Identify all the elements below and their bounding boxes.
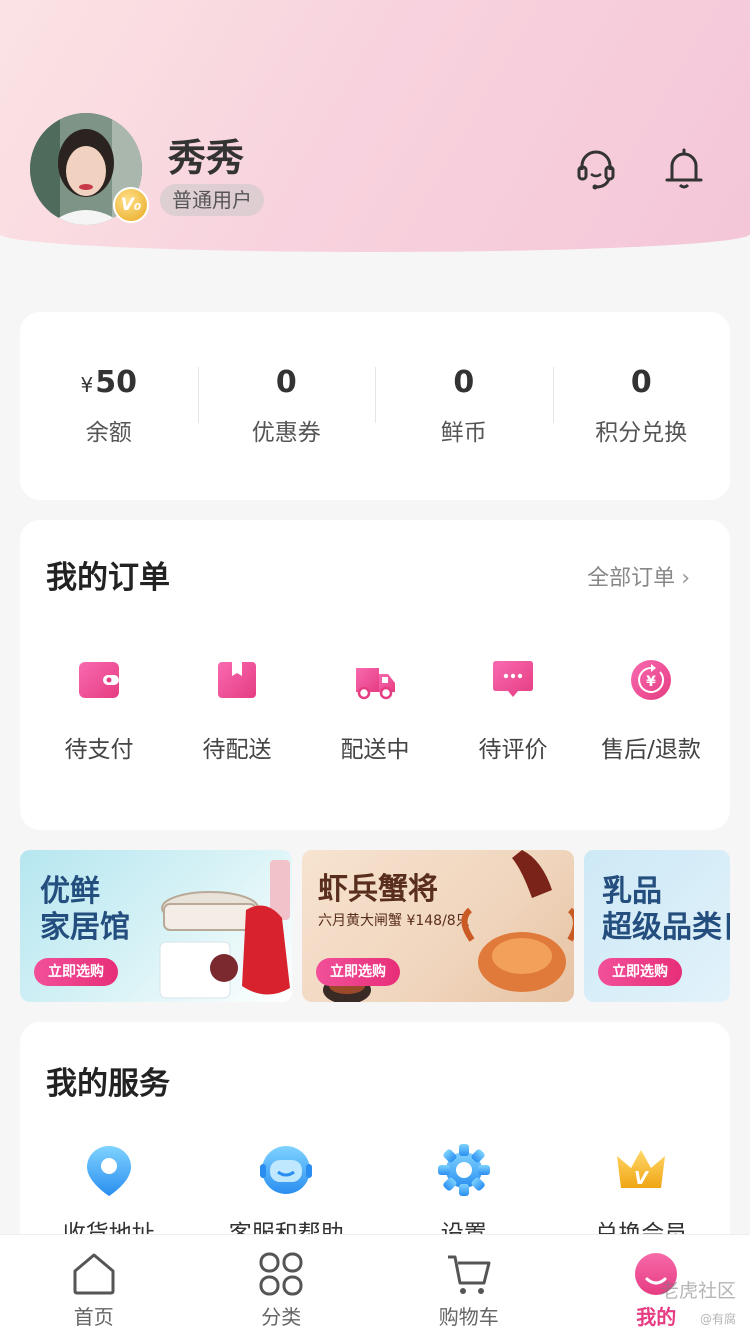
stat-coins[interactable]: 0 鲜币 <box>375 365 553 447</box>
promo-banner-carousel[interactable]: 优鲜 家居馆 立即选购 虾兵蟹将 六月黄大闸蟹 ¥148/8只 立即选购 乳品 超级… <box>20 850 730 1002</box>
promo-banner-seafood[interactable]: 虾兵蟹将 六月黄大闸蟹 ¥148/8只 立即选购 <box>302 850 574 1002</box>
tab-category[interactable]: 分类 <box>188 1235 376 1334</box>
svg-text:V: V <box>634 1168 650 1189</box>
tab-label: 首页 <box>73 1305 114 1329</box>
tab-home[interactable]: 首页 <box>0 1235 188 1334</box>
order-pending-delivery[interactable]: 待配送 <box>172 658 302 764</box>
svg-text:¥: ¥ <box>646 674 656 690</box>
grid-icon <box>259 1252 303 1296</box>
services-title: 我的服务 <box>46 1066 170 1102</box>
user-level-badge: 普通用户 <box>160 184 264 216</box>
account-stats-card: ¥50 余额 0 优惠券 0 鲜币 0 积分兑换 <box>20 312 730 500</box>
tab-label: 分类 <box>261 1305 302 1329</box>
banner-subtitle: 六月黄大闸蟹 ¥148/8只 <box>318 913 470 929</box>
user-name: 秀秀 <box>168 136 245 180</box>
banner-shop-now-button[interactable]: 立即选购 <box>316 958 400 986</box>
order-item-label: 待评价 <box>478 737 548 763</box>
order-pending-payment[interactable]: 待支付 <box>34 658 164 764</box>
order-item-label: 待支付 <box>64 737 134 763</box>
tab-label: 购物车 <box>438 1305 499 1329</box>
service-settings[interactable]: 设置 <box>384 1142 544 1248</box>
service-membership[interactable]: V 兑换会员 <box>561 1142 721 1248</box>
stat-value: 0 <box>453 365 475 400</box>
banner-title: 优鲜 家居馆 <box>40 874 130 945</box>
banner-title: 乳品超级品类日 <box>602 874 730 945</box>
all-orders-label: 全部订单 <box>587 566 676 591</box>
chevron-right-icon: › <box>681 566 690 591</box>
service-help[interactable]: 客服和帮助 <box>206 1142 366 1248</box>
all-orders-link[interactable]: 全部订单 › <box>587 560 690 592</box>
order-item-label: 配送中 <box>340 737 410 763</box>
stat-label: 积分兑换 <box>595 420 688 446</box>
vip-level-badge: V₀ <box>113 187 149 223</box>
home-products-illustration <box>159 860 290 999</box>
stat-value: 50 <box>95 365 137 400</box>
stat-value: 0 <box>275 365 297 400</box>
orders-title: 我的订单 <box>46 560 170 596</box>
crown-icon: V <box>617 1150 666 1189</box>
order-after-sales[interactable]: ¥ 售后/退款 <box>586 658 716 764</box>
promo-banner-home[interactable]: 优鲜 家居馆 立即选购 <box>20 850 292 1002</box>
bell-icon[interactable] <box>660 144 708 192</box>
stat-points[interactable]: 0 积分兑换 <box>552 365 731 447</box>
currency-symbol: ¥ <box>80 373 94 397</box>
promo-banner-dairy[interactable]: 乳品超级品类日 立即选购 <box>584 850 730 1002</box>
stat-coupons[interactable]: 0 优惠券 <box>197 365 376 447</box>
banner-title: 虾兵蟹将 <box>318 872 438 907</box>
watermark: 老虎社区 <box>659 1280 736 1302</box>
location-pin-icon <box>86 1146 131 1196</box>
wallet-icon <box>79 662 119 698</box>
bottom-tab-bar: 首页 分类 购物车 我的 <box>0 1234 750 1334</box>
crab-illustration <box>461 850 574 992</box>
stat-label: 优惠券 <box>251 420 321 446</box>
banner-shop-now-button[interactable]: 立即选购 <box>598 958 682 986</box>
banner-shop-now-button[interactable]: 立即选购 <box>34 958 118 986</box>
refund-icon: ¥ <box>631 660 671 700</box>
package-icon <box>218 662 256 698</box>
comment-icon <box>493 661 533 697</box>
stat-balance[interactable]: ¥50 余额 <box>20 365 198 447</box>
stat-label: 余额 <box>85 420 132 446</box>
cart-icon <box>447 1255 491 1294</box>
service-address[interactable]: 收货地址 <box>29 1142 189 1248</box>
order-in-delivery[interactable]: 配送中 <box>310 658 440 764</box>
my-orders-card: 我的订单 全部订单 › 待支付 待配送 配送中 待评价 ¥ 售后/退款 <box>20 520 730 830</box>
robot-support-icon <box>260 1146 313 1194</box>
customer-service-icon[interactable] <box>572 144 620 192</box>
order-item-label: 售后/退款 <box>601 737 701 763</box>
order-pending-review[interactable]: 待评价 <box>448 658 578 764</box>
gear-icon <box>437 1144 490 1196</box>
tab-cart[interactable]: 购物车 <box>375 1235 563 1334</box>
home-icon <box>73 1253 115 1295</box>
order-item-label: 待配送 <box>202 737 272 763</box>
stat-value: 0 <box>630 365 652 400</box>
stat-label: 鲜币 <box>440 420 487 446</box>
watermark-handle: @有腐 <box>699 1312 736 1326</box>
delivery-truck-icon <box>356 668 395 700</box>
